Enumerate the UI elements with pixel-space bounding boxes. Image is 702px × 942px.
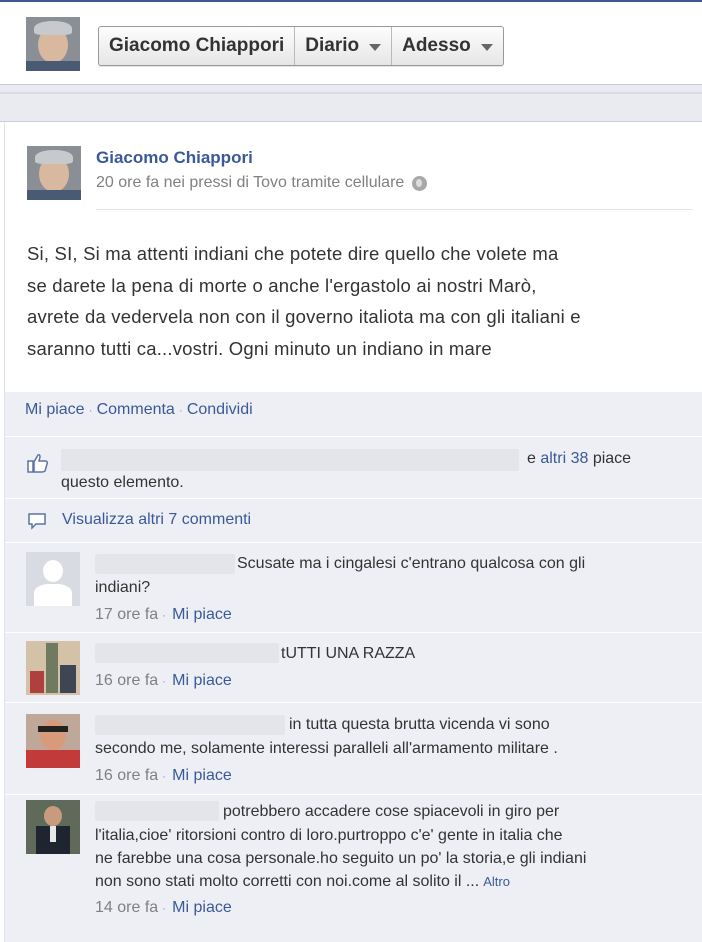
see-more-link[interactable]: Altro [483,874,510,889]
comment-like-link[interactable]: Mi piace [172,899,232,917]
commenter-avatar[interactable] [26,552,80,606]
view-more-row[interactable]: Visualizza altri 7 commenti [5,498,702,542]
comment-meta: 17 ore fa · Mi piace [95,606,232,624]
post-line: Si, SI, Si ma attenti indiani che potete… [27,243,559,264]
post-card: Giacomo Chiappori 20 ore fa nei pressi d… [4,122,702,942]
comment-time[interactable]: 17 ore fa [95,606,158,624]
post-meta: 20 ore fa nei pressi di Tovo tramite cel… [96,174,428,192]
comment-like-link[interactable]: Mi piace [172,606,232,624]
profile-avatar[interactable] [26,17,80,71]
chevron-down-icon [480,43,493,51]
comment-bubble-icon [28,513,46,530]
post-meta-text[interactable]: 20 ore fa nei pressi di Tovo tramite cel… [96,174,404,192]
commenter-avatar[interactable] [26,714,80,768]
comment-meta: 14 ore fa · Mi piace [95,899,232,917]
comment-like-link[interactable]: Mi piace [172,672,232,690]
comment-time[interactable]: 16 ore fa [95,767,158,785]
post-author-link[interactable]: Giacomo Chiappori [96,148,253,168]
comment-text: non sono stati molto corretti con noi.co… [95,873,510,890]
adesso-dropdown[interactable]: Adesso [392,27,503,65]
adesso-label: Adesso [402,35,471,56]
comment-time[interactable]: 16 ore fa [95,672,158,690]
hidden-commenter-name [95,643,279,663]
timeline-header: Giacomo Chiappori Diario Adesso [0,0,702,84]
comment-item: Scusate ma i cingalesi c'entrano qualcos… [5,542,702,632]
comment-meta: 16 ore fa · Mi piace [95,767,232,785]
comment-text: ne farebbe una cosa personale.ho seguito… [95,850,587,867]
commenter-avatar[interactable] [26,641,80,695]
comment-text: in tutta questa brutta vicenda vi sono [289,716,550,733]
other-likers-link[interactable]: altri 38 [540,450,588,467]
comment-item: in tutta questa brutta vicenda vi sono s… [5,702,702,794]
comment-link[interactable]: Commenta [97,401,175,419]
comment-time[interactable]: 14 ore fa [95,899,158,917]
comment-text: l'italia,cioe' ritorsioni contro di loro… [95,827,563,844]
chevron-down-icon [369,43,382,51]
likes-row: e altri 38 piace questo elemento. [5,436,702,498]
comment-text: indiani? [95,579,151,596]
likes-summary: e altri 38 piace [527,450,632,467]
comment-text: tUTTI UNA RAZZA [281,645,416,662]
post-line: se darete la pena di morte o anche l'erg… [27,274,537,296]
hidden-names [61,449,519,471]
diario-label: Diario [305,35,360,56]
commenter-avatar[interactable] [26,800,80,854]
hidden-commenter-name [95,801,219,821]
comment-item: tUTTI UNA RAZZA 16 ore fa · Mi piace [5,632,702,702]
post-line: saranno tutti ca...vostri. Ogni minuto u… [27,337,492,359]
comment-meta: 16 ore fa · Mi piace [95,672,232,690]
comment-item: potrebbero accadere cose spiacevoli in g… [5,794,702,942]
author-avatar[interactable] [27,146,81,200]
timeline-divider [0,84,702,122]
timeline-nav: Giacomo Chiappori Diario Adesso [98,26,504,66]
comment-text: secondo me, solamente interessi parallel… [95,740,558,757]
comment-text: potrebbero accadere cose spiacevoli in g… [223,803,560,820]
post-line: avrete da vedervela non con il governo i… [27,306,581,327]
profile-name-label: Giacomo Chiappori [109,35,285,56]
divider [96,209,693,210]
comment-text: Scusate ma i cingalesi c'entrano qualcos… [237,555,586,572]
view-more-link[interactable]: Visualizza altri 7 commenti [62,511,251,529]
like-link[interactable]: Mi piace [25,401,85,419]
feedback-section: Mi piace · Commenta · Condividi e altri … [5,392,702,942]
thumbs-up-icon [27,454,49,473]
likes-summary-line2: questo elemento. [61,474,184,491]
globe-icon[interactable] [412,175,428,191]
hidden-commenter-name [95,554,235,574]
diario-dropdown[interactable]: Diario [295,27,393,65]
comment-like-link[interactable]: Mi piace [172,767,232,785]
post-body: Si, SI, Si ma attenti indiani che potete… [27,238,697,364]
post-actions: Mi piace · Commenta · Condividi [25,401,253,419]
profile-name-button[interactable]: Giacomo Chiappori [99,27,296,65]
share-link[interactable]: Condividi [187,401,253,419]
hidden-commenter-name [95,715,285,735]
